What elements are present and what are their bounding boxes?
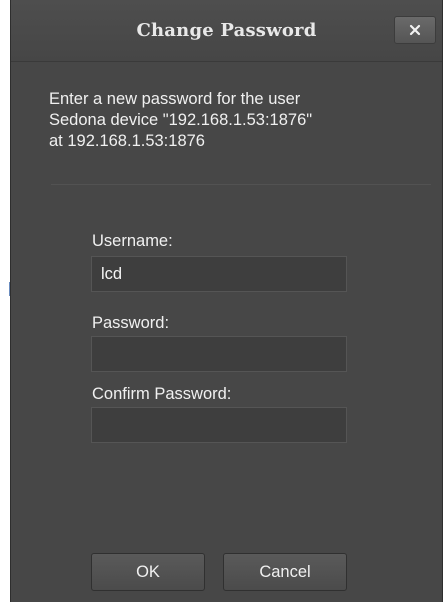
close-x-icon xyxy=(409,24,421,36)
message-line: Sedona device "192.168.1.53:1876" xyxy=(49,111,313,129)
dialog-message: Enter a new password for the user Sedona… xyxy=(49,89,409,152)
username-label: Username: xyxy=(92,232,173,250)
message-line: Enter a new password for the user xyxy=(49,90,301,108)
message-line: at 192.168.1.53:1876 xyxy=(49,132,205,150)
change-password-dialog: Change Password Enter a new password for… xyxy=(10,0,443,602)
username-field[interactable] xyxy=(91,256,347,292)
dialog-title: Change Password xyxy=(136,20,317,41)
ok-button[interactable]: OK xyxy=(91,553,205,591)
close-button[interactable] xyxy=(394,16,436,44)
confirm-password-field[interactable] xyxy=(91,407,347,443)
password-label: Password: xyxy=(92,314,170,332)
confirm-password-label: Confirm Password: xyxy=(92,385,232,403)
message-separator xyxy=(51,184,431,185)
cancel-button[interactable]: Cancel xyxy=(223,553,347,591)
password-field[interactable] xyxy=(91,336,347,372)
dialog-titlebar: Change Password xyxy=(11,0,442,62)
